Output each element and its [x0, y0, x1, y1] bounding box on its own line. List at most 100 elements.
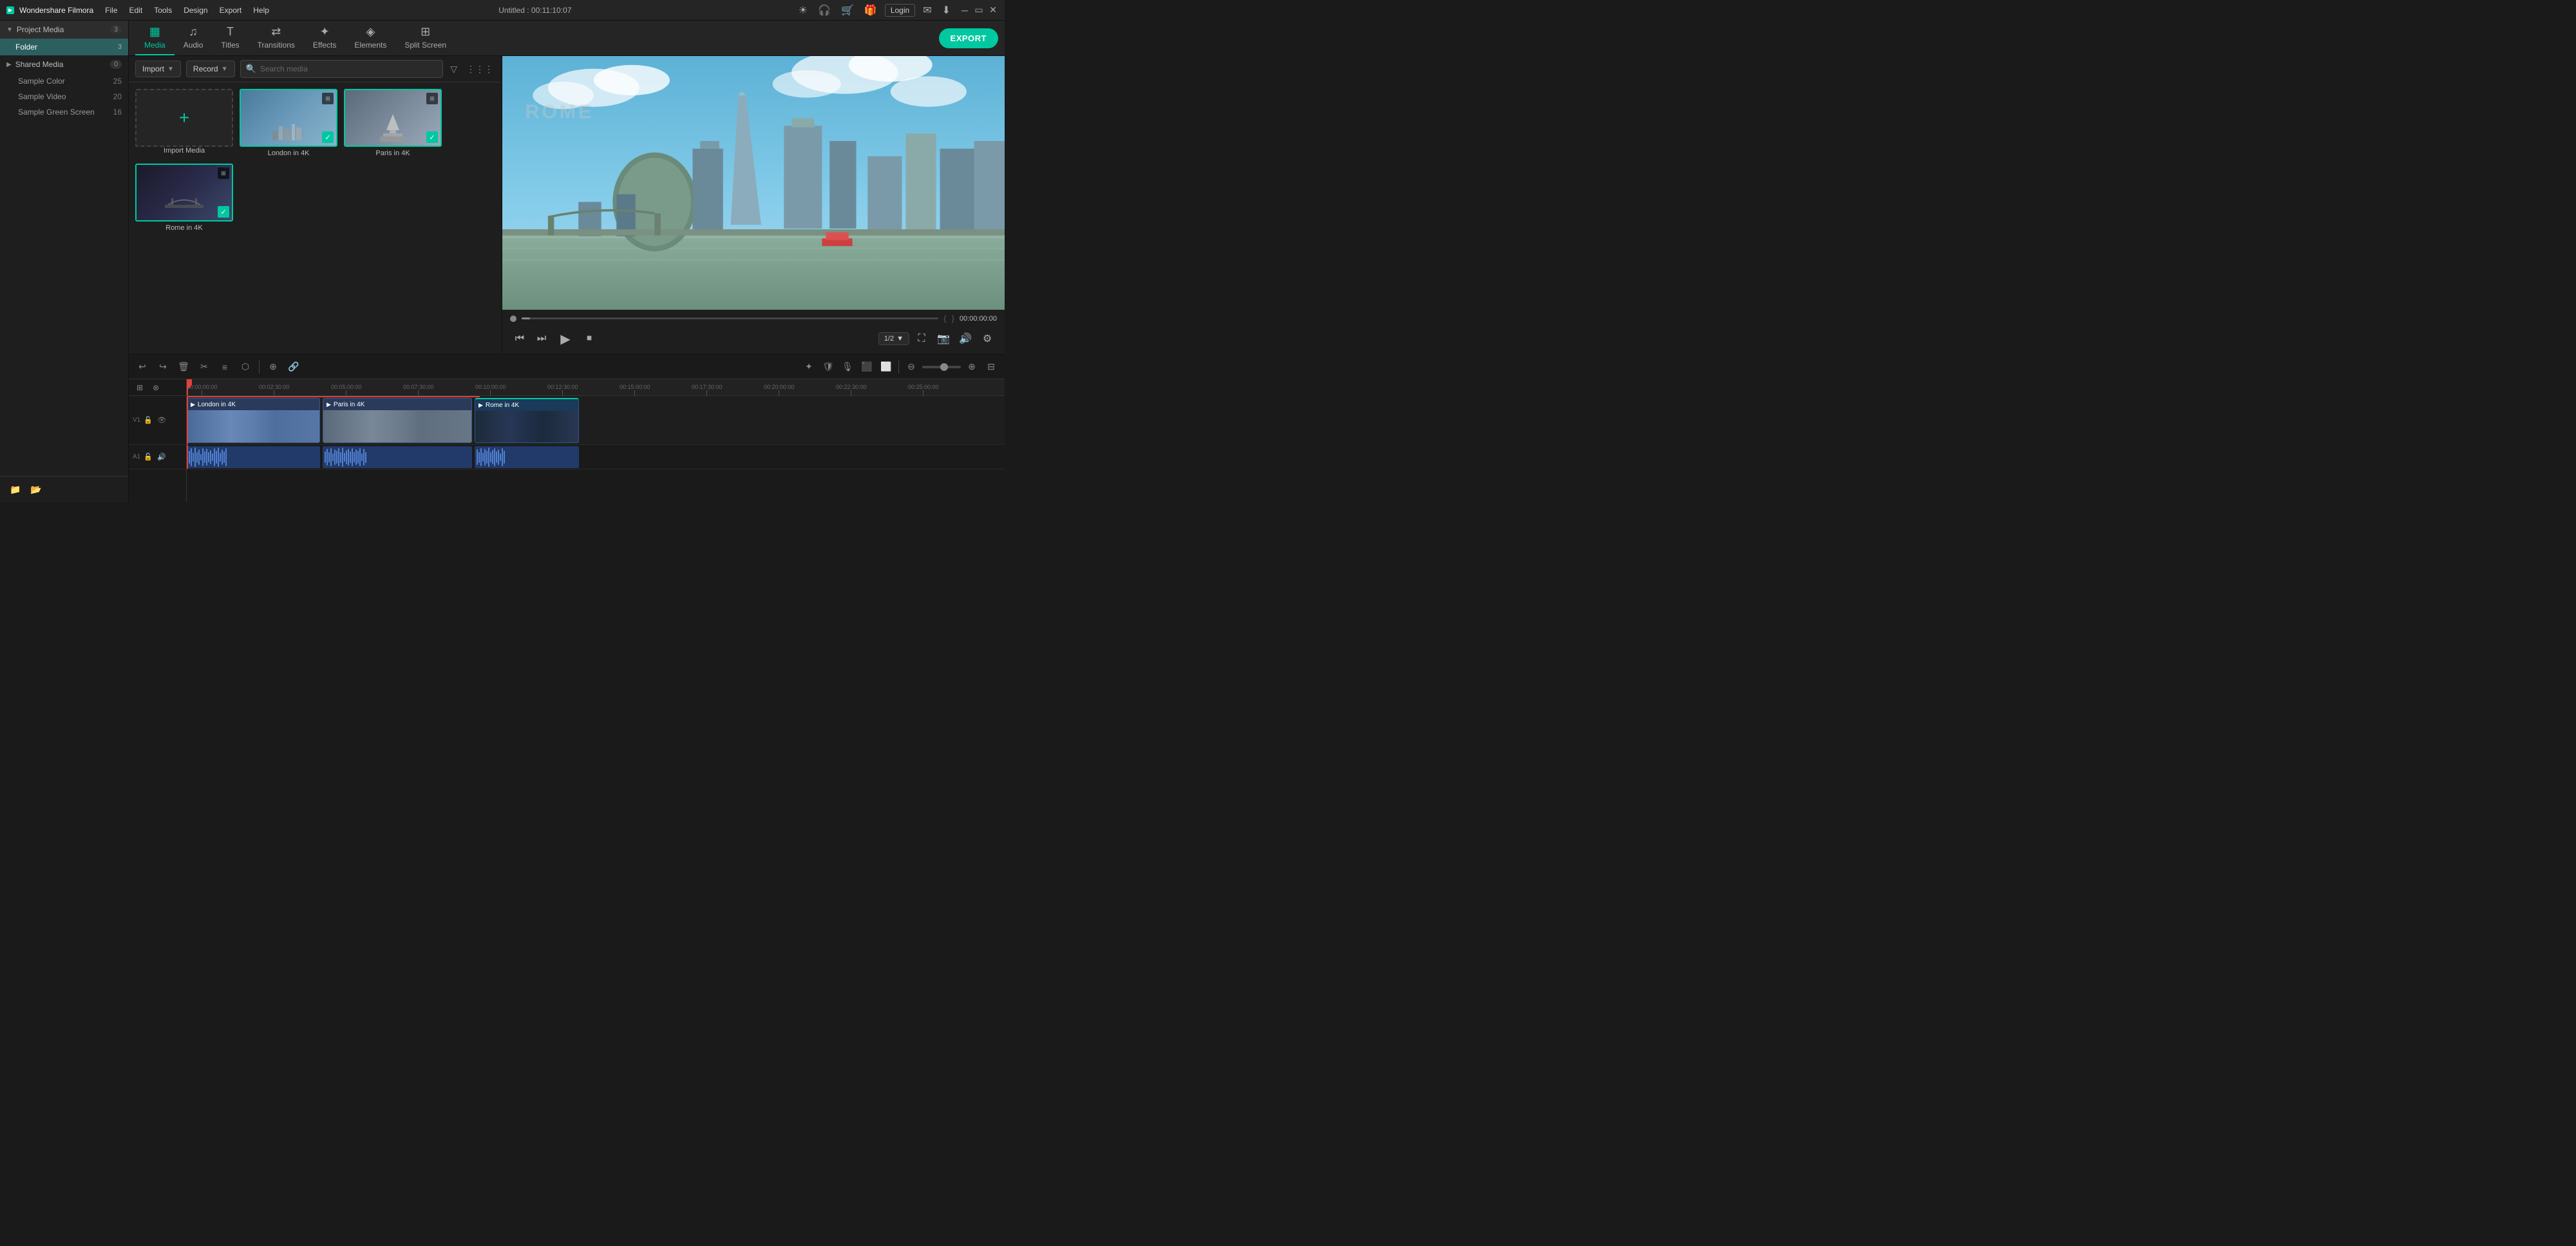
filter-icon[interactable]: ▽ — [448, 62, 459, 77]
media-item-paris[interactable]: ⊞ ✓ Paris in 4K — [344, 89, 442, 157]
menu-export[interactable]: Export — [214, 5, 247, 16]
tab-audio[interactable]: ♫ Audio — [175, 21, 213, 55]
frame-back-button[interactable]: ⏭ — [532, 329, 551, 348]
shopping-icon[interactable]: 🛒 — [838, 3, 857, 18]
snap-icon2[interactable]: ⊛ — [149, 381, 163, 395]
zoom-slider[interactable] — [922, 366, 961, 368]
media-grid: + Import Media — [129, 82, 502, 354]
menu-design[interactable]: Design — [178, 5, 213, 16]
tab-titles[interactable]: T Titles — [212, 21, 248, 55]
snap-button[interactable]: ⬜ — [878, 359, 895, 375]
zoom-out-button[interactable]: ⊖ — [903, 359, 920, 375]
preview-video: ROME — [502, 56, 1005, 310]
full-screen-button[interactable]: ⛶ — [912, 329, 931, 348]
login-button[interactable]: Login — [885, 4, 915, 17]
stop-button[interactable]: ⏹ — [580, 329, 599, 348]
snap-icon1[interactable]: ⊞ — [133, 381, 147, 395]
sun-icon[interactable]: ☀ — [796, 3, 810, 18]
clip-paris-label: Paris in 4K — [334, 401, 365, 408]
clip-rome[interactable]: ▶ Rome in 4K — [475, 398, 579, 443]
grid-options-icon[interactable]: ⋮⋮⋮ — [464, 62, 495, 77]
clip-paris[interactable]: ▶ Paris in 4K — [323, 398, 472, 443]
audio-waveform-london[interactable] — [187, 446, 320, 468]
download-icon[interactable]: ⬇ — [940, 3, 953, 18]
close-button[interactable]: ✕ — [987, 4, 999, 17]
tab-split-screen[interactable]: ⊞ Split Screen — [395, 21, 455, 55]
cut-button[interactable]: ✂ — [196, 359, 213, 375]
headphone-icon[interactable]: 🎧 — [815, 3, 833, 18]
london-label: London in 4K — [240, 149, 337, 157]
settings-button[interactable]: ⚙ — [978, 329, 997, 348]
record-dropdown[interactable]: Record ▼ — [186, 61, 235, 77]
import-folder-button[interactable]: 📂 — [27, 480, 45, 498]
notification-icon[interactable]: ✉ — [920, 3, 934, 18]
sidebar-item-project-media[interactable]: ▼ Project Media 3 — [0, 21, 128, 39]
rome-thumb[interactable]: ⊞ ✓ — [135, 164, 233, 222]
new-folder-button[interactable]: 📁 — [6, 480, 24, 498]
menu-help[interactable]: Help — [248, 5, 274, 16]
camera-snapshot-button[interactable]: 📷 — [934, 329, 953, 348]
import-placeholder[interactable]: + — [135, 89, 233, 147]
progress-track[interactable] — [522, 317, 938, 319]
paris-thumb[interactable]: ⊞ ✓ — [344, 89, 442, 147]
import-media-item[interactable]: + Import Media — [135, 89, 233, 157]
controls-row: ⏮ ⏭ ▶ ⏹ 1/2 ▼ ⛶ 📷 🔊 ⚙ — [510, 327, 997, 350]
project-media-count: 3 — [110, 25, 122, 34]
export-button[interactable]: EXPORT — [939, 28, 998, 48]
menu-file[interactable]: File — [100, 5, 122, 16]
effects-tab-icon: ✦ — [320, 25, 330, 39]
gift-icon[interactable]: 🎁 — [862, 3, 880, 18]
tab-transitions[interactable]: ⇄ Transitions — [249, 21, 304, 55]
progress-dot[interactable] — [510, 316, 516, 322]
clip-london-label: London in 4K — [198, 401, 236, 408]
minimize-button[interactable]: ─ — [958, 4, 971, 17]
track-visible-icon[interactable]: 👁 — [156, 415, 167, 426]
motion-effect-button[interactable]: ✦ — [800, 359, 817, 375]
add-track-button[interactable]: ⊕ — [265, 359, 281, 375]
delete-button[interactable]: 🗑 — [175, 359, 192, 375]
ripple-button[interactable]: ⬡ — [237, 359, 254, 375]
play-button[interactable]: ▶ — [554, 327, 577, 350]
media-item-rome[interactable]: ⊞ ✓ Rome in 4K — [135, 164, 233, 232]
sidebar-item-sample-color[interactable]: Sample Color 25 — [0, 73, 128, 89]
sidebar-item-sample-green-screen[interactable]: Sample Green Screen 16 — [0, 104, 128, 120]
audio-mute-icon[interactable]: 🔊 — [156, 451, 167, 463]
timeline-scroll-area[interactable]: 00:00:00:00 00:02:30:00 00:05:00:00 — [187, 379, 1005, 502]
tab-effects[interactable]: ✦ Effects — [304, 21, 345, 55]
subtitle-button[interactable]: ⬛ — [858, 359, 875, 375]
audio-track-lock-icon[interactable]: 🔓 — [142, 451, 154, 463]
quality-arrow-icon: ▼ — [896, 335, 904, 343]
menu-edit[interactable]: Edit — [124, 5, 148, 16]
tl-separator2 — [898, 361, 899, 373]
link-button[interactable]: 🔗 — [285, 359, 302, 375]
mask-button[interactable]: 🛡 — [820, 359, 837, 375]
clip-london-header: ▶ London in 4K — [187, 399, 319, 410]
step-back-button[interactable]: ⏮ — [510, 329, 529, 348]
collapse-button[interactable]: ⊟ — [983, 359, 999, 375]
tab-media[interactable]: ▦ Media — [135, 21, 175, 55]
timeline: ↩ ↪ 🗑 ✂ ≡ ⬡ ⊕ 🔗 ✦ 🛡 🎙 ⬛ ⬜ ⊖ — [129, 354, 1005, 502]
audio-waveform-rome[interactable] — [475, 446, 579, 468]
sidebar-item-shared-media[interactable]: ▶ Shared Media 0 — [0, 55, 128, 73]
quality-selector[interactable]: 1/2 ▼ — [878, 332, 909, 345]
sidebar-item-sample-video[interactable]: Sample Video 20 — [0, 89, 128, 104]
audio-waveform-paris[interactable] — [323, 446, 472, 468]
zoom-in-button[interactable]: ⊕ — [963, 359, 980, 375]
london-thumb[interactable]: ⊞ ✓ — [240, 89, 337, 147]
maximize-button[interactable]: ▭ — [972, 4, 985, 17]
import-dropdown[interactable]: Import ▼ — [135, 61, 181, 77]
voiceover-button[interactable]: 🎙 — [839, 359, 856, 375]
adjust-button[interactable]: ≡ — [216, 359, 233, 375]
volume-button[interactable]: 🔊 — [956, 329, 975, 348]
track-lock-icon[interactable]: 🔓 — [142, 415, 154, 426]
sidebar-folder-item[interactable]: Folder 3 — [0, 39, 128, 55]
media-item-london[interactable]: ⊞ ✓ London in 4K — [240, 89, 337, 157]
clip-london[interactable]: ▶ London in 4K — [187, 398, 320, 443]
menu-tools[interactable]: Tools — [149, 5, 177, 16]
tab-elements[interactable]: ◈ Elements — [345, 21, 395, 55]
search-input[interactable] — [260, 64, 438, 73]
redo-button[interactable]: ↪ — [155, 359, 171, 375]
sample-green-screen-label: Sample Green Screen — [18, 108, 95, 117]
search-icon: 🔍 — [246, 64, 256, 74]
undo-button[interactable]: ↩ — [134, 359, 151, 375]
